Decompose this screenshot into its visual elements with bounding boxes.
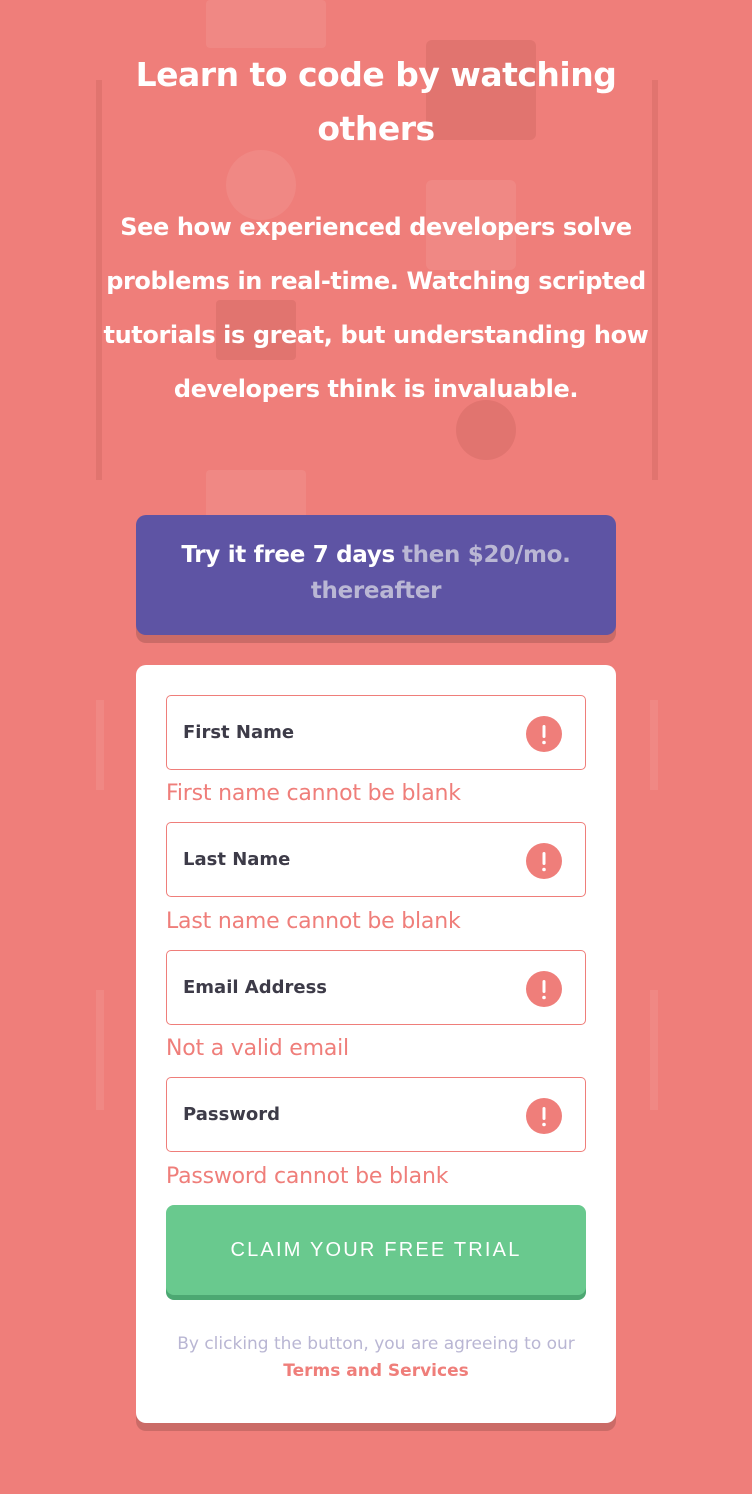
offer-highlight: Try it free 7 days	[181, 542, 395, 568]
error-icon	[526, 971, 562, 1007]
claim-trial-button[interactable]: CLAIM YOUR FREE TRIAL	[166, 1205, 586, 1295]
password-field	[166, 1077, 586, 1152]
first-name-error: First name cannot be blank	[166, 781, 461, 806]
first-name-field	[166, 695, 586, 770]
terms-notice: By clicking the button, you are agreeing…	[176, 1331, 576, 1385]
page-title: Learn to code by watching others	[135, 55, 617, 148]
last-name-input[interactable]	[167, 823, 507, 896]
signup-form: First name cannot be blank Last name can…	[136, 665, 616, 1423]
last-name-error: Last name cannot be blank	[166, 909, 461, 934]
email-error: Not a valid email	[166, 1036, 349, 1061]
last-name-field	[166, 822, 586, 897]
page: Learn to code by watching others See how…	[0, 0, 752, 1494]
email-field	[166, 950, 586, 1025]
error-icon	[526, 843, 562, 879]
error-icon	[526, 716, 562, 752]
password-error: Password cannot be blank	[166, 1164, 449, 1189]
terms-link[interactable]: Terms and Services	[283, 1361, 468, 1381]
offer-banner: Try it free 7 days then $20/mo. thereaft…	[136, 515, 616, 635]
email-input[interactable]	[167, 951, 507, 1024]
first-name-input[interactable]	[167, 696, 507, 769]
password-input[interactable]	[167, 1078, 507, 1151]
error-icon	[526, 1098, 562, 1134]
intro-text: See how experienced developers solve pro…	[103, 213, 649, 403]
terms-prefix: By clicking the button, you are agreeing…	[177, 1334, 575, 1354]
